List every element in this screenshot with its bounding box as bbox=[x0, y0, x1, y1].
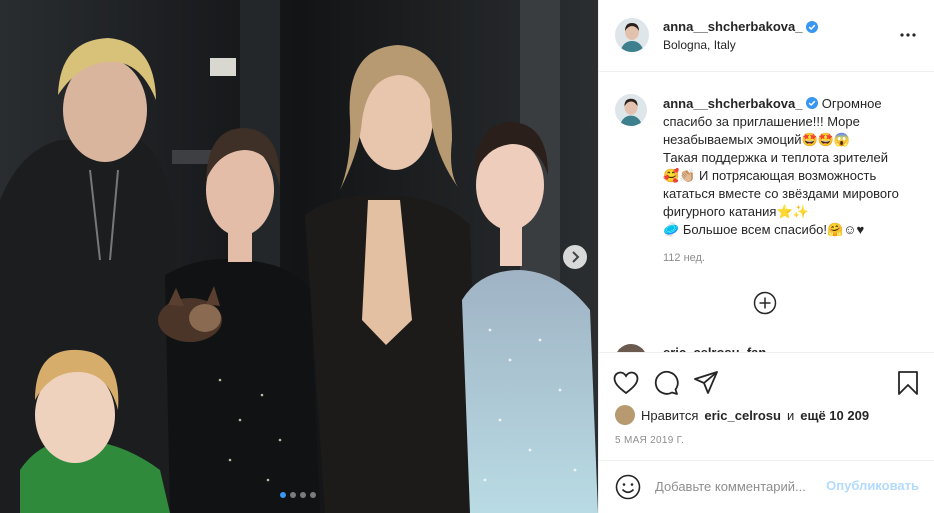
comment-input[interactable] bbox=[655, 475, 823, 497]
post-username[interactable]: anna__shcherbakova_ bbox=[663, 19, 819, 34]
emoji-picker-button[interactable] bbox=[615, 474, 641, 500]
publish-comment-button[interactable]: Опубликовать bbox=[826, 478, 919, 493]
caption-username[interactable]: anna__shcherbakova_ bbox=[663, 96, 802, 111]
likes-prefix: Нравится bbox=[641, 407, 699, 423]
caption-line: Такая поддержка и теплота зрителей bbox=[663, 150, 888, 165]
chevron-right-icon bbox=[572, 251, 580, 263]
verified-badge-icon bbox=[806, 97, 819, 109]
post-header: anna__shcherbakova_ Bologna, Italy bbox=[599, 0, 934, 72]
load-more-comments-button[interactable] bbox=[753, 291, 777, 315]
post-location[interactable]: Bologna, Italy bbox=[663, 38, 736, 52]
caption-text: anna__shcherbakova_ Огромное спасибо за … bbox=[663, 95, 921, 239]
comment-username[interactable]: eric_celrosu_fan bbox=[663, 344, 766, 352]
carousel-next-button[interactable] bbox=[563, 245, 587, 269]
post-side-panel: anna__shcherbakova_ Bologna, Italy anna_… bbox=[598, 0, 934, 513]
more-options-icon[interactable] bbox=[898, 27, 918, 43]
comment-button[interactable] bbox=[653, 370, 679, 396]
carousel-dot bbox=[280, 492, 286, 498]
plus-circle-icon bbox=[753, 291, 777, 315]
post-date[interactable]: 5 мая 2019 г. bbox=[615, 435, 684, 446]
comment-icon bbox=[654, 370, 679, 395]
emoji: 🥰👏🏼 bbox=[663, 168, 696, 183]
emoji: 🥏 bbox=[663, 222, 680, 237]
post-photo[interactable] bbox=[0, 0, 598, 513]
carousel-dot bbox=[310, 492, 316, 498]
carousel-dot bbox=[290, 492, 296, 498]
caption-line: Большое всем спасибо! bbox=[682, 222, 828, 237]
avatar[interactable] bbox=[615, 344, 647, 352]
add-comment-bar: Опубликовать bbox=[599, 460, 934, 513]
likes-conjunction: и bbox=[786, 407, 795, 423]
emoji: 🤩🤩😱 bbox=[801, 132, 851, 147]
caption-timestamp[interactable]: 112 нед. bbox=[663, 252, 705, 264]
likes-count[interactable]: ещё 10 209 bbox=[800, 408, 869, 423]
like-button[interactable] bbox=[613, 370, 639, 396]
avatar[interactable] bbox=[615, 405, 635, 425]
avatar[interactable] bbox=[615, 94, 647, 126]
emoji: 🤗☺♥ bbox=[827, 222, 865, 237]
photo-image bbox=[0, 0, 598, 513]
verified-badge-icon bbox=[806, 20, 819, 33]
emoji: ⭐✨ bbox=[776, 204, 809, 219]
liker-username[interactable]: eric_celrosu bbox=[704, 408, 781, 423]
comments-section: anna__shcherbakova_ Огромное спасибо за … bbox=[599, 72, 934, 352]
share-button[interactable] bbox=[693, 370, 719, 396]
bookmark-icon bbox=[898, 371, 918, 395]
smiley-icon bbox=[615, 474, 641, 500]
heart-icon bbox=[613, 371, 639, 395]
username-text[interactable]: anna__shcherbakova_ bbox=[663, 19, 802, 34]
carousel-dot bbox=[300, 492, 306, 498]
carousel-indicator bbox=[280, 492, 316, 498]
likes-summary: Нравится eric_celrosu и ещё 10 209 bbox=[615, 405, 869, 425]
save-button[interactable] bbox=[895, 370, 921, 396]
direct-share-icon bbox=[694, 371, 718, 394]
avatar[interactable] bbox=[615, 18, 649, 52]
